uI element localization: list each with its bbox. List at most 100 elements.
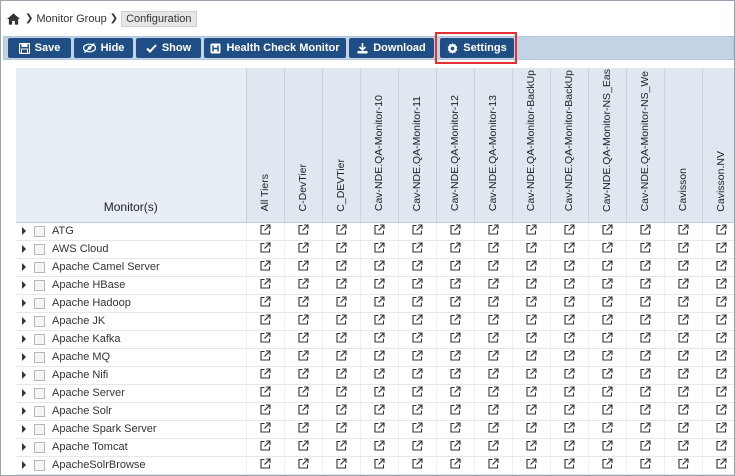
external-edit-icon[interactable] <box>525 314 537 328</box>
external-edit-icon[interactable] <box>677 242 689 256</box>
external-edit-icon[interactable] <box>411 458 423 472</box>
external-edit-icon[interactable] <box>563 242 575 256</box>
external-edit-icon[interactable] <box>411 242 423 256</box>
external-edit-icon[interactable] <box>715 296 727 310</box>
external-edit-icon[interactable] <box>259 350 271 364</box>
row-checkbox[interactable] <box>34 279 45 291</box>
table-row[interactable]: Apache MQ <box>16 348 734 367</box>
external-edit-icon[interactable] <box>677 368 689 382</box>
external-edit-icon[interactable] <box>715 314 727 328</box>
external-edit-icon[interactable] <box>411 404 423 418</box>
external-edit-icon[interactable] <box>639 278 651 292</box>
row-checkbox[interactable] <box>34 459 45 471</box>
external-edit-icon[interactable] <box>639 404 651 418</box>
breadcrumb-item-monitor-group[interactable]: Monitor Group <box>36 13 106 25</box>
table-row[interactable]: Apache HBase <box>16 276 734 295</box>
external-edit-icon[interactable] <box>563 422 575 436</box>
external-edit-icon[interactable] <box>715 368 727 382</box>
external-edit-icon[interactable] <box>297 422 309 436</box>
expand-caret-icon[interactable] <box>22 407 26 416</box>
external-edit-icon[interactable] <box>525 440 537 454</box>
external-edit-icon[interactable] <box>563 350 575 364</box>
external-edit-icon[interactable] <box>715 422 727 436</box>
external-edit-icon[interactable] <box>411 278 423 292</box>
external-edit-icon[interactable] <box>677 440 689 454</box>
external-edit-icon[interactable] <box>525 350 537 364</box>
external-edit-icon[interactable] <box>297 368 309 382</box>
external-edit-icon[interactable] <box>715 350 727 364</box>
external-edit-icon[interactable] <box>563 332 575 346</box>
external-edit-icon[interactable] <box>373 278 385 292</box>
external-edit-icon[interactable] <box>677 404 689 418</box>
external-edit-icon[interactable] <box>715 278 727 292</box>
row-checkbox[interactable] <box>34 333 45 345</box>
row-checkbox[interactable] <box>34 315 45 327</box>
table-row[interactable]: ApacheSolrBrowse <box>16 456 734 475</box>
external-edit-icon[interactable] <box>525 260 537 274</box>
external-edit-icon[interactable] <box>411 314 423 328</box>
external-edit-icon[interactable] <box>639 350 651 364</box>
external-edit-icon[interactable] <box>487 404 499 418</box>
external-edit-icon[interactable] <box>601 242 613 256</box>
external-edit-icon[interactable] <box>487 296 499 310</box>
external-edit-icon[interactable] <box>639 368 651 382</box>
table-row[interactable]: ATG <box>16 222 734 241</box>
external-edit-icon[interactable] <box>449 224 461 238</box>
external-edit-icon[interactable] <box>449 422 461 436</box>
external-edit-icon[interactable] <box>259 386 271 400</box>
external-edit-icon[interactable] <box>335 350 347 364</box>
external-edit-icon[interactable] <box>639 458 651 472</box>
external-edit-icon[interactable] <box>411 386 423 400</box>
external-edit-icon[interactable] <box>259 224 271 238</box>
external-edit-icon[interactable] <box>677 224 689 238</box>
external-edit-icon[interactable] <box>601 224 613 238</box>
external-edit-icon[interactable] <box>487 224 499 238</box>
row-checkbox[interactable] <box>34 405 45 417</box>
external-edit-icon[interactable] <box>715 404 727 418</box>
external-edit-icon[interactable] <box>335 278 347 292</box>
external-edit-icon[interactable] <box>715 386 727 400</box>
table-row[interactable]: Apache Kafka <box>16 330 734 349</box>
external-edit-icon[interactable] <box>525 368 537 382</box>
expand-caret-icon[interactable] <box>22 335 26 344</box>
expand-caret-icon[interactable] <box>22 425 26 434</box>
external-edit-icon[interactable] <box>259 296 271 310</box>
external-edit-icon[interactable] <box>563 314 575 328</box>
external-edit-icon[interactable] <box>297 350 309 364</box>
external-edit-icon[interactable] <box>259 404 271 418</box>
expand-caret-icon[interactable] <box>22 389 26 398</box>
external-edit-icon[interactable] <box>639 242 651 256</box>
external-edit-icon[interactable] <box>373 224 385 238</box>
external-edit-icon[interactable] <box>373 368 385 382</box>
external-edit-icon[interactable] <box>639 260 651 274</box>
home-icon[interactable] <box>7 12 20 25</box>
external-edit-icon[interactable] <box>297 260 309 274</box>
external-edit-icon[interactable] <box>259 458 271 472</box>
external-edit-icon[interactable] <box>335 224 347 238</box>
external-edit-icon[interactable] <box>449 314 461 328</box>
external-edit-icon[interactable] <box>639 422 651 436</box>
external-edit-icon[interactable] <box>601 260 613 274</box>
row-checkbox[interactable] <box>34 387 45 399</box>
health-check-monitor-button[interactable]: Health Check Monitor <box>204 38 346 58</box>
external-edit-icon[interactable] <box>259 278 271 292</box>
external-edit-icon[interactable] <box>601 350 613 364</box>
external-edit-icon[interactable] <box>487 314 499 328</box>
external-edit-icon[interactable] <box>297 224 309 238</box>
download-button[interactable]: Download <box>349 38 434 58</box>
external-edit-icon[interactable] <box>449 386 461 400</box>
external-edit-icon[interactable] <box>297 440 309 454</box>
external-edit-icon[interactable] <box>525 386 537 400</box>
external-edit-icon[interactable] <box>411 440 423 454</box>
external-edit-icon[interactable] <box>601 386 613 400</box>
external-edit-icon[interactable] <box>297 242 309 256</box>
external-edit-icon[interactable] <box>449 260 461 274</box>
row-checkbox[interactable] <box>34 243 45 255</box>
expand-caret-icon[interactable] <box>22 317 26 326</box>
external-edit-icon[interactable] <box>639 296 651 310</box>
external-edit-icon[interactable] <box>297 386 309 400</box>
external-edit-icon[interactable] <box>715 458 727 472</box>
settings-button[interactable]: Settings <box>440 38 514 58</box>
external-edit-icon[interactable] <box>335 242 347 256</box>
external-edit-icon[interactable] <box>373 458 385 472</box>
